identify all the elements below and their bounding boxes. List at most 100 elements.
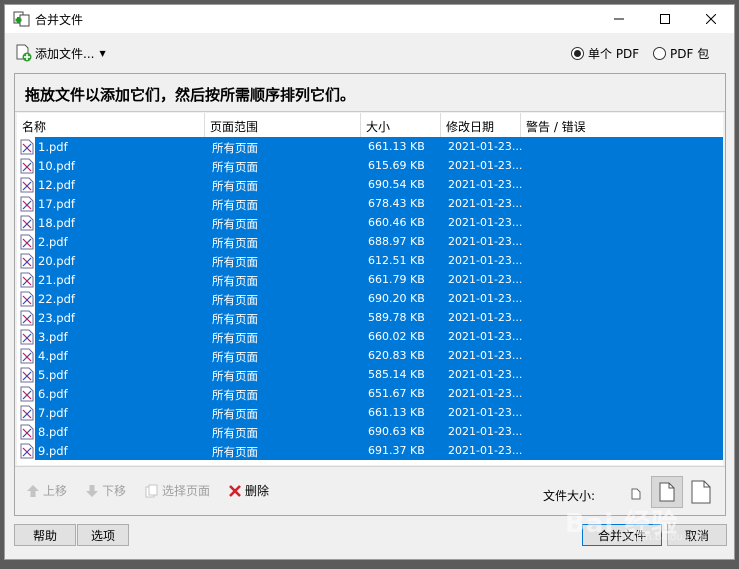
cell-date: 2021-01-23... <box>448 197 523 210</box>
cell-name: 8.pdf <box>38 425 68 439</box>
table-header: 名称 页面范围 大小 修改日期 警告 / 错误 <box>17 113 723 137</box>
column-header-size[interactable]: 大小 <box>361 113 441 137</box>
delete-icon <box>229 484 241 497</box>
select-pages-label: 选择页面 <box>162 484 211 498</box>
table-row[interactable]: 5.pdf 所有页面 585.14 KB 2021-01-23... <box>17 365 723 384</box>
cell-date: 2021-01-23... <box>448 368 523 381</box>
minimize-button[interactable] <box>596 5 642 33</box>
cell-name: 18.pdf <box>38 216 75 230</box>
pdf-file-icon <box>20 215 34 231</box>
table-row[interactable]: 2.pdf 所有页面 688.97 KB 2021-01-23... <box>17 232 723 251</box>
cell-date: 2021-01-23... <box>448 273 523 286</box>
cell-name: 9.pdf <box>38 444 68 458</box>
thumbnail-size-medium[interactable] <box>651 476 683 508</box>
cell-page-range: 所有页面 <box>212 141 258 155</box>
toolbar: 添加文件... ▼ 单个 PDF PDF 包 <box>5 33 734 71</box>
pdf-file-icon <box>20 291 34 307</box>
cell-name: 6.pdf <box>38 387 68 401</box>
column-header-date[interactable]: 修改日期 <box>441 113 521 137</box>
cell-size: 612.51 KB <box>368 254 425 267</box>
cell-name: 12.pdf <box>38 178 75 192</box>
table-row[interactable]: 20.pdf 所有页面 612.51 KB 2021-01-23... <box>17 251 723 270</box>
cell-page-range: 所有页面 <box>212 426 258 440</box>
column-header-name[interactable]: 名称 <box>17 113 205 137</box>
select-pages-icon <box>145 484 158 497</box>
thumbnail-size-small[interactable] <box>624 482 648 506</box>
delete-button[interactable]: 删除 <box>228 482 269 499</box>
file-table[interactable]: 名称 页面范围 大小 修改日期 警告 / 错误 1.pdf 所有页面 661.13 … <box>17 113 723 465</box>
large-page-icon <box>691 480 711 504</box>
table-row[interactable]: 21.pdf 所有页面 661.79 KB 2021-01-23... <box>17 270 723 289</box>
table-row[interactable]: 22.pdf 所有页面 690.20 KB 2021-01-23... <box>17 289 723 308</box>
window-title: 合并文件 <box>35 13 84 27</box>
cell-name: 2.pdf <box>38 235 68 249</box>
table-row[interactable]: 17.pdf 所有页面 678.43 KB 2021-01-23... <box>17 194 723 213</box>
cell-size: 660.02 KB <box>368 330 425 343</box>
cell-size: 585.14 KB <box>368 368 425 381</box>
cell-date: 2021-01-23... <box>448 235 523 248</box>
add-files-button[interactable]: 添加文件... ▼ <box>15 43 106 63</box>
maximize-button[interactable] <box>642 5 688 33</box>
cell-date: 2021-01-23... <box>448 387 523 400</box>
cell-name: 23.pdf <box>38 311 75 325</box>
cell-page-range: 所有页面 <box>212 160 258 174</box>
cell-size: 660.46 KB <box>368 216 425 229</box>
cell-page-range: 所有页面 <box>212 388 258 402</box>
cell-size: 691.37 KB <box>368 444 425 457</box>
pdf-file-icon <box>20 177 34 193</box>
cell-size: 589.78 KB <box>368 311 425 324</box>
table-row[interactable]: 8.pdf 所有页面 690.63 KB 2021-01-23... <box>17 422 723 441</box>
watermark-url: jingyan.baidu.com <box>615 532 708 543</box>
single-pdf-option[interactable]: 单个 PDF <box>571 45 639 62</box>
file-list-panel: 拖放文件以添加它们，然后按所需顺序排列它们。 名称 页面范围 大小 修改日期 警… <box>14 73 726 516</box>
select-pages-button[interactable]: 选择页面 <box>145 482 210 499</box>
column-header-range[interactable]: 页面范围 <box>205 113 361 137</box>
pdf-file-icon <box>20 367 34 383</box>
cell-size: 661.13 KB <box>368 406 425 419</box>
cell-page-range: 所有页面 <box>212 350 258 364</box>
column-header-warning[interactable]: 警告 / 错误 <box>521 113 723 137</box>
cell-name: 10.pdf <box>38 159 75 173</box>
move-down-label: 下移 <box>102 484 127 498</box>
table-row[interactable]: 6.pdf 所有页面 651.67 KB 2021-01-23... <box>17 384 723 403</box>
table-row[interactable]: 1.pdf 所有页面 661.13 KB 2021-01-23... <box>17 137 723 156</box>
table-row[interactable]: 23.pdf 所有页面 589.78 KB 2021-01-23... <box>17 308 723 327</box>
cell-page-range: 所有页面 <box>212 217 258 231</box>
pdf-package-option[interactable]: PDF 包 <box>653 45 709 62</box>
cell-size: 690.63 KB <box>368 425 425 438</box>
help-button[interactable]: 帮助 <box>14 524 76 546</box>
file-size-label: 文件大小: <box>543 489 596 503</box>
table-row[interactable]: 3.pdf 所有页面 660.02 KB 2021-01-23... <box>17 327 723 346</box>
cell-name: 21.pdf <box>38 273 75 287</box>
arrow-up-icon <box>27 484 39 497</box>
chevron-down-icon: ▼ <box>99 48 106 58</box>
cell-page-range: 所有页面 <box>212 407 258 421</box>
table-row[interactable]: 7.pdf 所有页面 661.13 KB 2021-01-23... <box>17 403 723 422</box>
table-row[interactable]: 4.pdf 所有页面 620.83 KB 2021-01-23... <box>17 346 723 365</box>
cell-size: 678.43 KB <box>368 197 425 210</box>
thumbnail-size-large[interactable] <box>686 476 716 508</box>
cell-page-range: 所有页面 <box>212 312 258 326</box>
single-pdf-radio[interactable] <box>571 47 584 60</box>
options-button[interactable]: 选项 <box>77 524 129 546</box>
table-row[interactable]: 9.pdf 所有页面 691.37 KB 2021-01-23... <box>17 441 723 460</box>
pdf-package-label: PDF 包 <box>670 47 710 61</box>
cell-name: 1.pdf <box>38 140 68 154</box>
title-bar[interactable]: 合并文件 <box>5 5 734 33</box>
pdf-file-icon <box>20 424 34 440</box>
table-row[interactable]: 10.pdf 所有页面 615.69 KB 2021-01-23... <box>17 156 723 175</box>
drop-hint: 拖放文件以添加它们，然后按所需顺序排列它们。 <box>15 74 725 112</box>
add-file-icon <box>16 44 32 62</box>
pdf-package-radio[interactable] <box>653 47 666 60</box>
arrow-down-icon <box>86 484 98 497</box>
move-down-button[interactable]: 下移 <box>85 482 126 499</box>
pdf-file-icon <box>20 196 34 212</box>
cell-page-range: 所有页面 <box>212 236 258 250</box>
cell-page-range: 所有页面 <box>212 445 258 459</box>
table-row[interactable]: 12.pdf 所有页面 690.54 KB 2021-01-23... <box>17 175 723 194</box>
cell-date: 2021-01-23... <box>448 159 523 172</box>
move-up-button[interactable]: 上移 <box>26 482 67 499</box>
cell-date: 2021-01-23... <box>448 140 523 153</box>
close-button[interactable] <box>688 5 734 33</box>
table-row[interactable]: 18.pdf 所有页面 660.46 KB 2021-01-23... <box>17 213 723 232</box>
